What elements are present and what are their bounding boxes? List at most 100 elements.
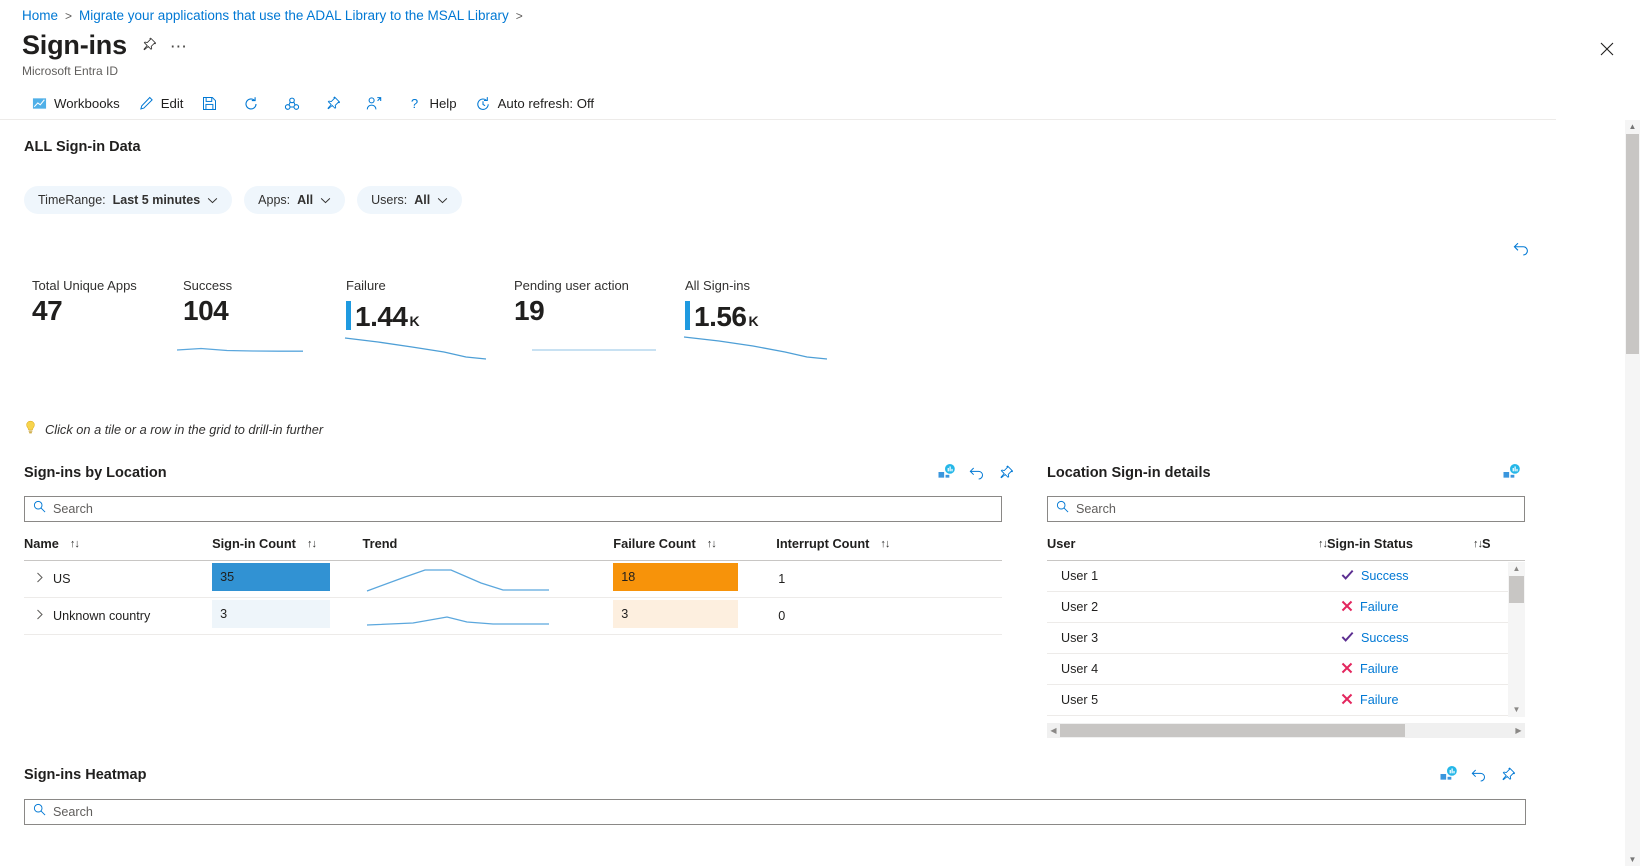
cmd-workbooks[interactable]: Workbooks bbox=[22, 92, 129, 115]
col-failure-count[interactable]: Failure Count ↑↓ bbox=[613, 530, 777, 561]
cmd-share[interactable] bbox=[274, 92, 315, 115]
breadcrumb-item-migrate[interactable]: Migrate your applications that use the A… bbox=[79, 8, 509, 23]
page-scroll-up-arrow[interactable]: ▲ bbox=[1625, 122, 1640, 131]
cell-signin-count: 35 bbox=[212, 560, 363, 598]
scroll-right-arrow[interactable]: ▶ bbox=[1512, 726, 1525, 735]
heatmap-search-input[interactable]: Search bbox=[24, 799, 1526, 825]
table-row[interactable]: US 35 18 1 bbox=[24, 560, 1002, 598]
sort-icon[interactable]: ↑↓ bbox=[307, 538, 317, 550]
cell-status: Success bbox=[1327, 622, 1482, 654]
col-failure-count-label: Failure Count bbox=[613, 536, 696, 551]
table-row[interactable]: User 1 Success bbox=[1047, 560, 1525, 592]
filter-users-value: All bbox=[414, 193, 431, 207]
workbooks-icon bbox=[31, 95, 48, 112]
kpi-tile-all-sign-ins[interactable]: All Sign-ins 1.56 K bbox=[683, 278, 856, 360]
col-signin-count[interactable]: Sign-in Count ↑↓ bbox=[212, 530, 363, 561]
kpi-tile-total-unique-apps[interactable]: Total Unique Apps 47 bbox=[32, 278, 183, 331]
kpi-label: Failure bbox=[346, 278, 386, 293]
cmd-edit[interactable]: Edit bbox=[129, 92, 193, 115]
table-row[interactable]: User 2 Failure bbox=[1047, 591, 1525, 623]
ellipsis-icon[interactable]: ⋯ bbox=[170, 37, 188, 57]
locations-search-input[interactable]: Search bbox=[24, 496, 1002, 522]
undo-icon[interactable] bbox=[968, 465, 985, 480]
details-horizontal-scrollbar[interactable]: ◀ ▶ bbox=[1047, 723, 1525, 738]
kpi-tile-success[interactable]: Success 104 bbox=[176, 278, 346, 352]
breadcrumb: Home > Migrate your applications that us… bbox=[22, 8, 523, 23]
col-user[interactable]: User ↑↓ bbox=[1047, 530, 1328, 561]
sort-icon[interactable]: ↑↓ bbox=[880, 538, 890, 550]
pin-icon[interactable] bbox=[141, 37, 157, 56]
scroll-down-arrow[interactable]: ▼ bbox=[1513, 706, 1521, 714]
table-row[interactable]: User 4 Failure bbox=[1047, 653, 1525, 685]
breadcrumb-item-home[interactable]: Home bbox=[22, 8, 58, 23]
kpi-value: 1.56 bbox=[694, 301, 747, 332]
kpi-tile-failure[interactable]: Failure 1.44 K bbox=[344, 278, 514, 360]
details-scroll-thumb[interactable] bbox=[1509, 576, 1524, 603]
cmd-pin[interactable] bbox=[315, 92, 356, 115]
sort-icon[interactable]: ↑↓ bbox=[1318, 538, 1328, 550]
close-icon[interactable] bbox=[1594, 36, 1620, 62]
chevron-down-icon bbox=[437, 196, 448, 206]
cell-name-label: US bbox=[53, 572, 71, 586]
filter-pill-timerange[interactable]: TimeRange: Last 5 minutes bbox=[24, 186, 233, 214]
table-row[interactable]: User 5 Failure bbox=[1047, 684, 1525, 716]
signins-workbook-page: Home > Migrate your applications that us… bbox=[0, 0, 1640, 866]
cell-status: Failure bbox=[1327, 591, 1482, 623]
cmd-auto-refresh[interactable]: Auto refresh: Off bbox=[466, 92, 604, 115]
details-search-input[interactable]: Search bbox=[1047, 496, 1525, 522]
chevron-right-icon[interactable] bbox=[36, 609, 44, 623]
cell-trend bbox=[362, 560, 614, 598]
details-search-placeholder: Search bbox=[1076, 502, 1116, 516]
refresh-icon bbox=[242, 95, 259, 112]
chart-tile-icon[interactable] bbox=[938, 464, 955, 480]
details-vertical-scrollbar[interactable]: ▲ ▼ bbox=[1508, 562, 1525, 717]
cross-icon bbox=[1341, 693, 1353, 708]
details-hscroll-thumb[interactable] bbox=[1060, 724, 1405, 737]
pin-icon[interactable] bbox=[1500, 767, 1515, 782]
heatmap-panel-actions bbox=[1440, 766, 1515, 782]
sort-icon[interactable]: ↑↓ bbox=[70, 538, 80, 550]
page-scroll-thumb[interactable] bbox=[1626, 134, 1639, 354]
table-row[interactable]: Unknown country 3 3 0 bbox=[24, 597, 1002, 635]
cmd-refresh[interactable] bbox=[233, 92, 274, 115]
cell-signin-count: 3 bbox=[212, 597, 363, 635]
col-truncated[interactable]: S bbox=[1482, 530, 1525, 561]
cell-interrupt-count-value: 0 bbox=[778, 609, 786, 623]
pin-icon[interactable] bbox=[998, 465, 1013, 480]
table-row[interactable]: User 3 Success bbox=[1047, 622, 1525, 654]
kpi-label: Total Unique Apps bbox=[32, 278, 137, 293]
page-scroll-down-arrow[interactable]: ▼ bbox=[1625, 855, 1640, 864]
chevron-right-icon[interactable] bbox=[36, 572, 44, 586]
kpi-unit: K bbox=[748, 313, 759, 329]
chart-tile-icon[interactable] bbox=[1440, 766, 1457, 782]
revert-tiles-icon[interactable] bbox=[1512, 240, 1530, 261]
check-icon bbox=[1341, 631, 1354, 646]
undo-icon[interactable] bbox=[1470, 767, 1487, 782]
cmd-save[interactable] bbox=[192, 92, 233, 115]
scroll-up-arrow[interactable]: ▲ bbox=[1513, 565, 1521, 573]
page-vertical-scrollbar[interactable]: ▲ ▼ bbox=[1625, 120, 1640, 866]
chart-tile-icon[interactable] bbox=[1503, 464, 1520, 480]
cmd-help[interactable]: ? Help bbox=[397, 92, 465, 115]
cell-trend bbox=[362, 597, 614, 635]
cmd-auto-refresh-label: Auto refresh: Off bbox=[497, 96, 595, 111]
kpi-label: Success bbox=[183, 278, 233, 293]
sort-icon[interactable]: ↑↓ bbox=[1473, 538, 1483, 550]
sort-icon[interactable]: ↑↓ bbox=[707, 538, 717, 550]
kpi-tile-pending-user-action[interactable]: Pending user action 19 bbox=[514, 278, 685, 351]
save-icon bbox=[201, 95, 218, 112]
cell-status-label: Failure bbox=[1360, 600, 1399, 614]
col-interrupt-count[interactable]: Interrupt Count ↑↓ bbox=[776, 530, 1002, 561]
scroll-left-arrow[interactable]: ◀ bbox=[1047, 726, 1060, 735]
col-name[interactable]: Name ↑↓ bbox=[24, 530, 213, 561]
details-panel-actions bbox=[1503, 464, 1520, 480]
filter-apps-prefix: Apps: bbox=[258, 193, 291, 207]
filter-pill-users[interactable]: Users: All bbox=[357, 186, 463, 214]
question-icon: ? bbox=[406, 95, 423, 112]
cell-interrupt-count: 1 bbox=[776, 560, 1002, 598]
cmd-assign[interactable] bbox=[356, 92, 397, 115]
cell-interrupt-count: 0 bbox=[776, 597, 1002, 635]
locations-panel-actions bbox=[938, 464, 1013, 480]
filter-pill-apps[interactable]: Apps: All bbox=[244, 186, 346, 214]
col-signin-status[interactable]: Sign-in Status ↑↓ bbox=[1327, 530, 1483, 561]
